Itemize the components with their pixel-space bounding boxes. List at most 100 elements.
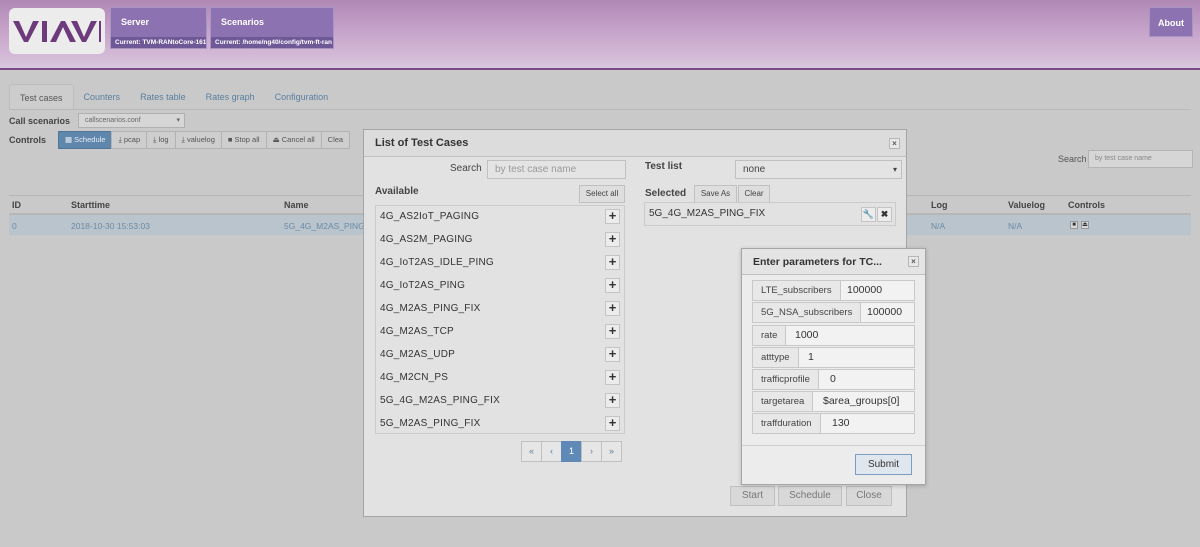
search-input[interactable]: by test case name <box>1088 150 1193 168</box>
calendar-icon: ▦ <box>65 135 75 144</box>
param-rate: rate 1000 <box>752 325 915 346</box>
call-scenarios-value: callscenarios.conf <box>85 117 141 124</box>
add-icon[interactable]: + <box>605 416 620 431</box>
wrench-icon[interactable]: 🔧 <box>861 207 876 222</box>
close-icon[interactable]: × <box>908 256 919 267</box>
schedule-button[interactable]: ▦ Schedule <box>58 131 113 149</box>
call-scenarios-label: Call scenarios <box>9 116 71 126</box>
last-page-button[interactable]: » <box>601 441 622 462</box>
next-page-button[interactable]: › <box>581 441 602 462</box>
add-icon[interactable]: + <box>605 209 620 224</box>
app-header: Server Current: TVM-RANtoCore-161 Scenar… <box>0 0 1200 70</box>
scenarios-current: Current: /home/ng40/config/tvm-ft-ran <box>211 37 333 48</box>
selected-item: 5G_4G_M2AS_PING_FIX 🔧 ✖ <box>644 202 896 226</box>
col-starttime: Starttime <box>71 200 111 210</box>
col-id: ID <box>12 200 21 210</box>
controls-toolbar: ▦ Schedule ⤓ pcap ⤓ log ⤓ valuelog ■ Sto… <box>58 131 351 149</box>
row-log: N/A <box>931 221 946 231</box>
modal-search-label: Search <box>450 163 482 174</box>
tab-rates-graph[interactable]: Rates graph <box>196 84 265 110</box>
param-value-input[interactable]: 1000 <box>795 326 818 345</box>
add-icon[interactable]: + <box>605 278 620 293</box>
add-icon[interactable]: + <box>605 393 620 408</box>
clear-selected-button[interactable]: Clear <box>738 185 770 203</box>
search-label: Search <box>1058 154 1087 164</box>
available-list: 4G_AS2IoT_PAGING + 4G_AS2M_PAGING + 4G_IoT… <box>375 205 625 434</box>
param-value-input[interactable]: 130 <box>832 414 850 433</box>
scenarios-title: Scenarios <box>221 17 265 27</box>
tab-rates-table[interactable]: Rates table <box>130 84 196 110</box>
stop-icon[interactable]: ■ <box>1070 221 1078 229</box>
call-scenarios-select[interactable]: callscenarios.conf ▾ <box>78 113 185 128</box>
list-item: 5G_4G_M2AS_PING_FIX + <box>376 390 624 413</box>
save-as-button[interactable]: Save As <box>694 185 737 203</box>
tab-test-cases[interactable]: Test cases <box>9 84 74 110</box>
first-page-button[interactable]: « <box>521 441 542 462</box>
param-value-input[interactable]: 100000 <box>847 281 882 300</box>
select-all-button[interactable]: Select all <box>579 185 625 203</box>
add-icon[interactable]: + <box>605 255 620 270</box>
about-button[interactable]: About <box>1149 7 1193 37</box>
test-list-label: Test list <box>645 161 683 172</box>
schedule-modal-button[interactable]: Schedule <box>778 486 842 506</box>
parameters-modal: Enter parameters for TC... × LTE_subscri… <box>741 248 926 485</box>
cancel-all-button[interactable]: ⏏ Cancel all <box>265 131 322 149</box>
param-value-input[interactable]: 100000 <box>867 303 902 322</box>
param-trafficprofile: trafficprofile 0 <box>752 369 915 390</box>
params-modal-title: Enter parameters for TC... <box>753 256 882 268</box>
chevron-down-icon: ▾ <box>892 165 897 174</box>
prev-page-button[interactable]: ‹ <box>541 441 562 462</box>
available-label: Available <box>375 186 419 197</box>
selected-item-label: 5G_4G_M2AS_PING_FIX <box>649 208 766 219</box>
log-button[interactable]: ⤓ log <box>146 131 176 149</box>
row-valuelog: N/A <box>1008 221 1023 231</box>
col-valuelog: Valuelog <box>1008 200 1046 210</box>
tab-configuration[interactable]: Configuration <box>265 84 339 110</box>
test-list-value: none <box>743 164 766 175</box>
scenarios-menu[interactable]: Scenarios Current: /home/ng40/config/tvm… <box>210 7 334 49</box>
server-current: Current: TVM-RANtoCore-161 <box>111 37 206 48</box>
controls-label: Controls <box>9 135 46 145</box>
server-menu[interactable]: Server Current: TVM-RANtoCore-161 <box>110 7 207 49</box>
col-log: Log <box>931 200 948 210</box>
test-list-select[interactable]: none ▾ <box>735 160 902 179</box>
eject-icon: ⏏ <box>272 135 282 144</box>
remove-icon[interactable]: ✖ <box>877 207 892 222</box>
stop-icon: ■ <box>227 135 235 144</box>
params-footer-divider <box>742 445 925 446</box>
param-value-input[interactable]: $area_groups[0] <box>823 392 899 411</box>
tab-counters[interactable]: Counters <box>74 84 131 110</box>
modal-search-input[interactable]: by test case name <box>487 160 626 179</box>
stop-all-button[interactable]: ■ Stop all <box>220 131 267 149</box>
param-targetarea: targetarea $area_groups[0] <box>752 391 915 412</box>
add-icon[interactable]: + <box>605 370 620 385</box>
selected-label: Selected <box>645 188 687 199</box>
list-item: 4G_M2AS_TCP + <box>376 321 624 344</box>
col-name: Name <box>284 200 309 210</box>
add-icon[interactable]: + <box>605 324 620 339</box>
modal-title: List of Test Cases <box>375 137 469 149</box>
list-item: 4G_M2CN_PS + <box>376 367 624 390</box>
close-button[interactable]: Close <box>846 486 892 506</box>
add-icon[interactable]: + <box>605 301 620 316</box>
viavi-logo-mark <box>13 21 101 42</box>
viavi-logo[interactable] <box>9 8 105 54</box>
valuelog-button[interactable]: ⤓ valuelog <box>174 131 222 149</box>
submit-button[interactable]: Submit <box>855 454 912 475</box>
param-value-input[interactable]: 1 <box>808 348 814 367</box>
pcap-button[interactable]: ⤓ pcap <box>111 131 148 149</box>
pagination: « ‹ 1 › » <box>521 441 622 462</box>
page-1-button[interactable]: 1 <box>561 441 582 462</box>
tab-divider <box>9 109 1191 110</box>
add-icon[interactable]: + <box>605 232 620 247</box>
row-name: 5G_4G_M2AS_PING <box>284 221 365 231</box>
param-lte-subscribers: LTE_subscribers 100000 <box>752 280 915 301</box>
list-item: 4G_M2AS_PING_FIX + <box>376 298 624 321</box>
param-value-input[interactable]: 0 <box>830 370 836 389</box>
row-id: 0 <box>12 221 17 231</box>
add-icon[interactable]: + <box>605 347 620 362</box>
clear-button[interactable]: Clea <box>320 131 351 149</box>
close-icon[interactable]: × <box>889 138 900 149</box>
start-button[interactable]: Start <box>730 486 775 506</box>
eject-icon[interactable]: ⏏ <box>1081 221 1089 229</box>
